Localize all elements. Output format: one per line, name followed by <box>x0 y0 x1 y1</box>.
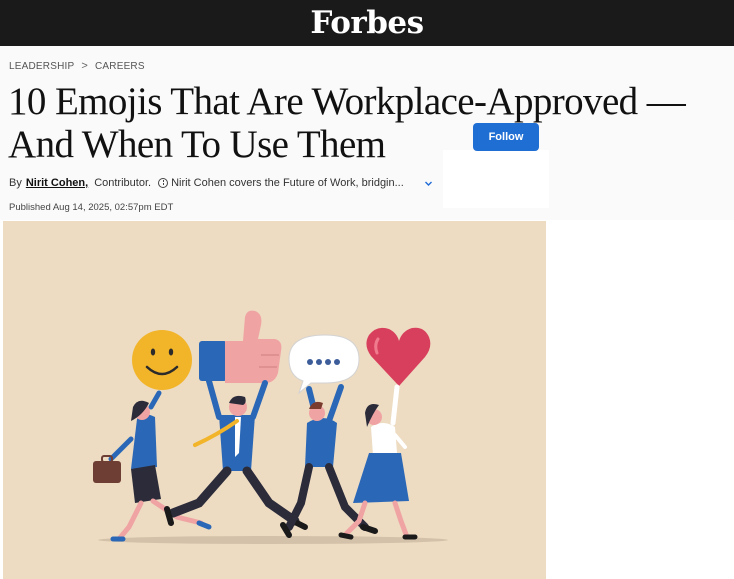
byline: By Nirit Cohen, Contributor. Nirit Cohen… <box>9 177 404 189</box>
person-2 <box>164 378 308 530</box>
byline-prefix: By <box>9 177 22 189</box>
top-navbar: Forbes <box>0 0 734 46</box>
author-bio: Nirit Cohen covers the Future of Work, b… <box>171 177 404 189</box>
smiley-emoji <box>132 330 192 390</box>
hero-illustration <box>93 310 448 544</box>
chevron-down-glyph <box>425 181 432 186</box>
heart-emoji <box>366 327 431 386</box>
forbes-logo[interactable]: Forbes <box>0 3 734 43</box>
breadcrumb-item-careers[interactable]: CAREERS <box>95 61 145 72</box>
publish-date: Published Aug 14, 2025, 02:57pm EDT <box>9 202 174 213</box>
article-header: LEADERSHIP > CAREERS 10 Emojis That Are … <box>0 46 734 220</box>
author-link[interactable]: Nirit Cohen, <box>26 177 88 189</box>
author-role: Contributor. <box>94 177 152 189</box>
thumbs-up-emoji <box>199 310 282 383</box>
person-1 <box>93 390 212 542</box>
info-icon <box>158 178 169 188</box>
chevron-down-icon[interactable] <box>423 178 434 189</box>
chevron-right-icon: > <box>81 60 88 72</box>
speech-bubble-emoji <box>288 334 360 395</box>
breadcrumb-item-leadership[interactable]: LEADERSHIP <box>9 61 74 72</box>
article-title: 10 Emojis That Are Workplace-Approved — … <box>8 80 686 166</box>
follow-container <box>443 150 549 208</box>
hero-image <box>3 221 546 579</box>
follow-button[interactable]: Follow <box>473 123 539 151</box>
breadcrumb: LEADERSHIP > CAREERS <box>9 60 145 72</box>
